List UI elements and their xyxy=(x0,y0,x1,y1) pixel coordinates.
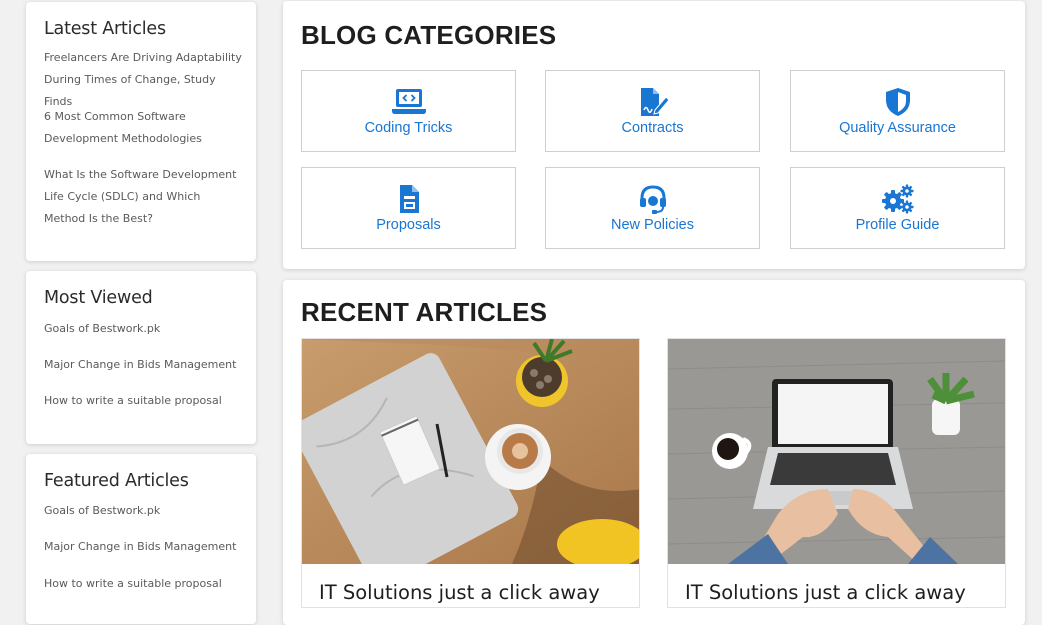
recent-articles-heading: RECENT ARTICLES xyxy=(301,297,548,327)
latest-article-link[interactable]: Freelancers Are Driving Adaptability Dur… xyxy=(44,47,244,113)
blog-categories-panel: BLOG CATEGORIES Coding Tricks Contracts xyxy=(283,1,1025,269)
featured-articles-widget: Featured Articles Goals of Bestwork.pk M… xyxy=(26,454,256,624)
most-viewed-link[interactable]: How to write a suitable proposal xyxy=(44,390,244,412)
category-label: Profile Guide xyxy=(855,217,940,233)
file-document-icon xyxy=(391,183,427,215)
recent-articles-panel: RECENT ARTICLES IT Solutions just a clic… xyxy=(283,280,1025,625)
shield-icon xyxy=(880,86,916,118)
category-label: Quality Assurance xyxy=(839,120,956,136)
cogs-icon xyxy=(880,183,916,215)
category-contracts[interactable]: Contracts xyxy=(545,70,760,152)
category-label: Proposals xyxy=(376,217,441,233)
blog-categories-heading: BLOG CATEGORIES xyxy=(301,20,557,50)
latest-article-link[interactable]: 6 Most Common Software Development Metho… xyxy=(44,106,244,150)
category-new-policies[interactable]: New Policies xyxy=(545,167,760,249)
article-title[interactable]: IT Solutions just a click away xyxy=(685,581,966,604)
desk-notepad-coffee-photo xyxy=(302,339,639,564)
latest-articles-title: Latest Articles xyxy=(44,19,166,39)
file-signature-icon xyxy=(635,86,671,118)
latest-article-link[interactable]: What Is the Software Development Life Cy… xyxy=(44,164,244,230)
category-label: Coding Tricks xyxy=(364,120,453,136)
category-profile-guide[interactable]: Profile Guide xyxy=(790,167,1005,249)
most-viewed-link[interactable]: Major Change in Bids Management xyxy=(44,354,244,376)
latest-articles-widget: Latest Articles Freelancers Are Driving … xyxy=(26,2,256,261)
headset-icon xyxy=(635,183,671,215)
laptop-typing-photo xyxy=(668,339,1005,564)
category-quality-assurance[interactable]: Quality Assurance xyxy=(790,70,1005,152)
most-viewed-title: Most Viewed xyxy=(44,288,153,308)
category-label: Contracts xyxy=(621,120,684,136)
category-coding-tricks[interactable]: Coding Tricks xyxy=(301,70,516,152)
category-label: New Policies xyxy=(611,217,694,233)
featured-article-link[interactable]: Goals of Bestwork.pk xyxy=(44,500,244,522)
featured-articles-title: Featured Articles xyxy=(44,471,189,491)
featured-article-link[interactable]: Major Change in Bids Management xyxy=(44,536,244,558)
most-viewed-link[interactable]: Goals of Bestwork.pk xyxy=(44,318,244,340)
most-viewed-widget: Most Viewed Goals of Bestwork.pk Major C… xyxy=(26,271,256,444)
article-title[interactable]: IT Solutions just a click away xyxy=(319,581,600,604)
laptop-code-icon xyxy=(391,86,427,118)
article-card[interactable]: IT Solutions just a click away xyxy=(667,338,1006,608)
article-card[interactable]: IT Solutions just a click away xyxy=(301,338,640,608)
featured-article-link[interactable]: How to write a suitable proposal xyxy=(44,573,244,595)
category-proposals[interactable]: Proposals xyxy=(301,167,516,249)
